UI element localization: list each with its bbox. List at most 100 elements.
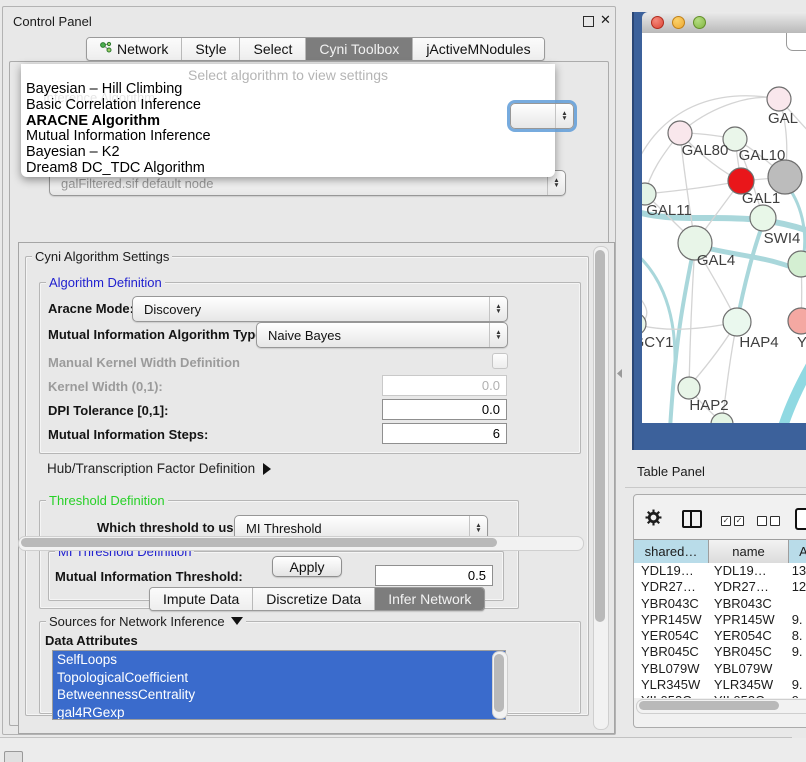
network-edge[interactable]	[785, 183, 805, 259]
column-header-shared[interactable]: shared…	[634, 540, 709, 563]
inference-algorithm-combo-fragment[interactable]: ▲▼	[510, 103, 574, 129]
table-row[interactable]: YBR043CYBR043C	[634, 596, 806, 612]
table-cell: YBL079W	[707, 661, 785, 677]
table-horizontal-scrollbar[interactable]	[636, 699, 806, 714]
network-window-titlebar[interactable]	[642, 12, 806, 34]
mi-threshold-field[interactable]	[375, 565, 493, 586]
tab-infer-network[interactable]: Infer Network	[375, 588, 484, 610]
table-cell: YER054C	[634, 628, 707, 644]
node-green-right[interactable]	[788, 251, 806, 277]
data-attributes-list[interactable]: SelfLoopsTopologicalCoefficientBetweenne…	[52, 650, 506, 720]
algorithm-option-bayesian-k2[interactable]: Bayesian – K2	[21, 145, 555, 161]
network-navigator-corner	[786, 33, 806, 51]
table-row[interactable]: YBR045CYBR045C9.	[634, 644, 806, 660]
algorithm-option-mutual-information-inference[interactable]: Mutual Information Inference	[21, 129, 555, 145]
dpi-tolerance-field[interactable]	[382, 399, 507, 420]
aracne-mode-combo[interactable]: Discovery ▲▼	[132, 296, 508, 322]
tab-cyni-toolbox[interactable]: Cyni Toolbox	[306, 38, 413, 60]
attribute-item-gal4rgexp[interactable]: gal4RGexp	[53, 704, 505, 721]
table-row[interactable]: YIL052CYIL052C9	[634, 693, 806, 698]
threshold-definition-title: Threshold Definition	[46, 493, 168, 508]
mi-type-combo[interactable]: Naive Bayes ▲▼	[256, 322, 508, 348]
node-gcy1[interactable]	[642, 313, 646, 335]
tab-select[interactable]: Select	[240, 38, 306, 60]
tab-label: Network	[117, 41, 168, 57]
close-traffic-button[interactable]	[651, 16, 664, 29]
table-row[interactable]: YDR27…YDR27…12	[634, 579, 806, 595]
table-cell: 9.	[785, 612, 806, 628]
table-cell: YBR043C	[707, 596, 785, 612]
node-label-gcy1: GCY1	[642, 334, 673, 351]
attribute-item-selfloops[interactable]: SelfLoops	[53, 651, 505, 669]
show-columns-icon[interactable]	[682, 510, 702, 528]
kernel-width-field[interactable]	[382, 375, 507, 396]
tab-style[interactable]: Style	[182, 38, 240, 60]
manual-kernel-checkbox[interactable]	[492, 353, 508, 369]
table-row[interactable]: YLR345WYLR345W9.	[634, 677, 806, 693]
network-canvas[interactable]: GALGAL80GAL10GAL1GAL11SWI4GAL4GCY1HAP4YH…	[642, 33, 806, 423]
node-label-y: Y	[797, 334, 806, 351]
node-gray[interactable]	[768, 160, 802, 194]
node-salmon[interactable]	[788, 308, 806, 334]
algorithm-option-aracne-algorithm[interactable]: ARACNE Algorithm	[21, 114, 555, 130]
table-row[interactable]: YPR145WYPR145W9.	[634, 612, 806, 628]
table-row[interactable]: YBL079WYBL079W	[634, 661, 806, 677]
network-edge[interactable]	[772, 363, 806, 423]
table-panel-title: Table Panel	[637, 464, 705, 479]
table-cell: YPR145W	[634, 612, 707, 628]
network-edge[interactable]	[642, 96, 779, 183]
algorithm-definition-group: Algorithm Definition Aracne Mode: Discov…	[39, 282, 581, 454]
node-label-gal4: GAL4	[697, 252, 735, 269]
data-attributes-label: Data Attributes	[45, 633, 138, 648]
column-header-a[interactable]: A	[789, 540, 806, 563]
settings-vertical-scrollbar[interactable]	[593, 246, 609, 730]
mi-steps-field[interactable]	[382, 423, 507, 444]
table-cell: YBR045C	[707, 644, 785, 660]
network-edge[interactable]	[737, 221, 764, 322]
algorithm-definition-title: Algorithm Definition	[46, 275, 165, 290]
table-settings-gear-icon[interactable]	[645, 509, 662, 529]
export-table-icon[interactable]	[795, 508, 806, 530]
node-hap4[interactable]	[723, 308, 751, 336]
screen: Control Panel ✕ NetworkStyleSelectCyni T…	[0, 0, 806, 762]
attributes-scrollbar[interactable]	[492, 651, 508, 719]
node-label-swi4: SWI4	[764, 230, 801, 247]
popup-placeholder-text: Select algorithm to view settings	[21, 64, 555, 82]
network-edge[interactable]	[645, 181, 741, 194]
tab-discretize-data[interactable]: Discretize Data	[253, 588, 375, 610]
close-icon[interactable]: ✕	[600, 12, 611, 28]
mi-steps-label: Mutual Information Steps:	[48, 427, 208, 442]
node-gal-top[interactable]	[767, 87, 791, 111]
table-cell: YDL19…	[707, 563, 785, 579]
attribute-item-betweennesscentrality[interactable]: BetweennessCentrality	[53, 686, 505, 704]
table-cell	[785, 661, 806, 677]
network-graph[interactable]: GALGAL80GAL10GAL1GAL11SWI4GAL4GCY1HAP4YH…	[642, 33, 806, 423]
attribute-item-topologicalcoefficient[interactable]: TopologicalCoefficient	[53, 669, 505, 687]
minimize-traffic-button[interactable]	[672, 16, 685, 29]
mi-type-value: Naive Bayes	[257, 328, 489, 343]
table-row[interactable]: YER054CYER054C8.	[634, 628, 806, 644]
network-icon	[100, 41, 112, 57]
zoom-traffic-button[interactable]	[693, 16, 706, 29]
node-swi4[interactable]	[750, 205, 776, 231]
network-view-window: GALGAL80GAL10GAL1GAL11SWI4GAL4GCY1HAP4YH…	[632, 12, 806, 450]
tab-network[interactable]: Network	[87, 38, 182, 60]
algorithm-option-dream8-dc-tdc-algorithm[interactable]: Dream8 DC_TDC Algorithm	[21, 161, 555, 177]
column-header-name[interactable]: name	[709, 540, 789, 563]
table-header-row: shared…nameA	[634, 539, 806, 564]
node-bottom-partial[interactable]	[711, 413, 733, 423]
float-window-icon[interactable]	[583, 16, 594, 27]
hub-definition-toggle[interactable]: Hub/Transcription Factor Definition	[47, 461, 271, 476]
splitter-collapse-handle[interactable]	[617, 369, 622, 378]
tab-jactivemnodules[interactable]: jActiveMNodules	[413, 38, 543, 60]
settings-scrollpane: Cyni Algorithm Settings Algorithm Defini…	[18, 242, 615, 734]
deselect-all-columns-icon[interactable]	[757, 512, 780, 527]
select-all-columns-icon[interactable]: ✓✓	[721, 512, 744, 527]
table-row[interactable]: YDL19…YDL19…13	[634, 563, 806, 579]
node-hap2[interactable]	[678, 377, 700, 399]
apply-button[interactable]: Apply	[272, 556, 342, 577]
settings-horizontal-scrollbar[interactable]	[18, 536, 584, 551]
tab-impute-data[interactable]: Impute Data	[150, 588, 253, 610]
table-cell: 9.	[785, 644, 806, 660]
collapsed-panel-button[interactable]	[4, 751, 23, 762]
